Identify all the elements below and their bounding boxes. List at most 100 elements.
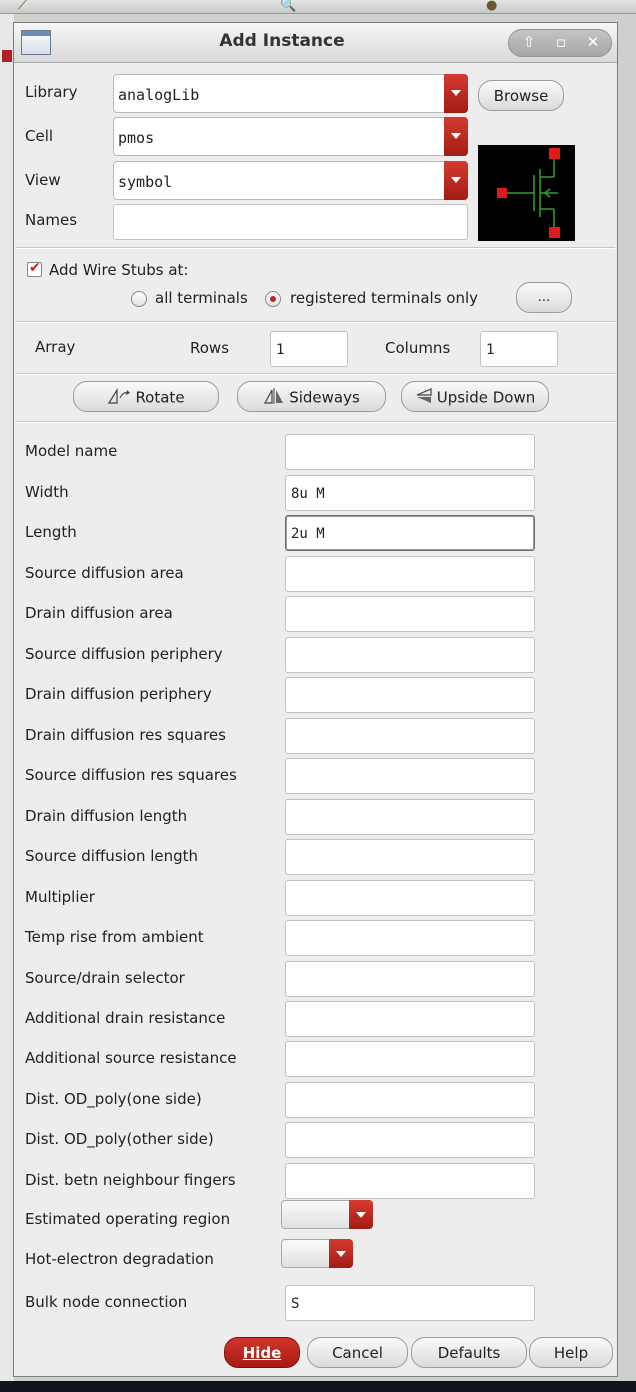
window-controls: ⇧ ▫ ✕ [508,29,612,57]
pmos-symbol-icon [497,148,560,238]
rotate-button[interactable]: Rotate [73,381,219,412]
hot-electron-label: Hot-electron degradation [25,1250,214,1268]
names-input[interactable] [113,204,468,240]
up-arrow-icon[interactable]: ⇧ [517,33,541,51]
model-name-label: Model name [25,442,118,460]
wire-stubs-checkbox[interactable] [27,260,42,277]
drain-diffusion-periphery-input[interactable] [285,677,535,713]
source-diffusion-res-squares-input[interactable] [285,758,535,794]
registered-terminals-label: registered terminals only [290,289,479,307]
upside-down-button[interactable]: Upside Down [401,381,549,412]
hide-label: Hide [242,1344,282,1362]
chevron-down-icon[interactable] [444,161,468,200]
library-label: Library [25,83,78,101]
chevron-down-icon[interactable] [444,117,468,156]
bulk-node-input[interactable]: S [285,1285,535,1321]
dist-betn-fingers-input[interactable] [285,1163,535,1199]
add-icon: ● [486,0,498,13]
help-label: Help [553,1344,589,1362]
cancel-button[interactable]: Cancel [307,1337,408,1368]
additional-source-resistance-input[interactable] [285,1041,535,1077]
length-input[interactable]: 2u M [285,515,535,551]
registered-terminals-radio[interactable] [265,291,281,307]
source-diffusion-res-squares-label: Source diffusion res squares [25,766,237,784]
close-icon[interactable]: ✕ [581,33,605,51]
width-label: Width [25,483,69,501]
upside-down-icon [415,388,433,408]
cell-label: Cell [25,127,54,145]
hot-electron-combo[interactable] [281,1239,353,1268]
rotate-label: Rotate [135,388,185,407]
background-panel [0,14,14,1384]
sideways-icon [263,388,285,408]
browse-button[interactable]: Browse [478,80,564,111]
dist-od-poly-one-side-input[interactable] [285,1082,535,1118]
chevron-down-icon[interactable] [329,1239,353,1268]
rotate-icon [107,387,131,408]
dialog-titlebar[interactable]: Add Instance ⇧ ▫ ✕ [14,23,617,63]
background-taskbar [0,1381,636,1392]
chevron-down-icon[interactable] [444,74,468,113]
multiplier-label: Multiplier [25,888,95,906]
sideways-button[interactable]: Sideways [237,381,386,412]
section-divider [16,421,615,423]
chevron-down-icon[interactable] [349,1200,373,1229]
columns-input[interactable]: 1 [480,331,558,367]
section-divider [16,247,615,249]
source-drain-selector-label: Source/drain selector [25,969,185,987]
additional-drain-resistance-input[interactable] [285,1001,535,1037]
toolbar-tool-icon: ⟋ [18,0,28,13]
drain-diffusion-periphery-label: Drain diffusion periphery [25,685,212,703]
symbol-preview [478,145,575,241]
cell-combo[interactable]: pmos [113,117,468,156]
view-label: View [25,171,61,189]
dist-od-poly-one-side-label: Dist. OD_poly(one side) [25,1090,202,1108]
rows-label: Rows [190,339,230,357]
names-label: Names [25,211,78,229]
more-options-button[interactable]: ... [516,282,572,313]
drain-diffusion-area-input[interactable] [285,596,535,632]
hide-button[interactable]: Hide [224,1337,300,1368]
temp-rise-label: Temp rise from ambient [25,928,204,946]
source-diffusion-periphery-input[interactable] [285,637,535,673]
source-diffusion-area-label: Source diffusion area [25,564,184,582]
columns-label: Columns [385,339,451,357]
drain-diffusion-res-squares-input[interactable] [285,718,535,754]
all-terminals-label: all terminals [155,289,248,307]
dist-od-poly-other-side-label: Dist. OD_poly(other side) [25,1130,214,1148]
source-diffusion-periphery-label: Source diffusion periphery [25,645,223,663]
maximize-icon[interactable]: ▫ [549,33,573,51]
width-input[interactable]: 8u M [285,475,535,511]
cell-value: pmos [118,129,155,147]
background-marker [2,50,12,62]
drain-diffusion-area-label: Drain diffusion area [25,604,173,622]
bulk-node-label: Bulk node connection [25,1293,188,1311]
source-diffusion-area-input[interactable] [285,556,535,592]
sideways-label: Sideways [289,388,360,407]
view-value: symbol [118,173,173,191]
view-combo[interactable]: symbol [113,161,468,200]
help-button[interactable]: Help [529,1337,613,1368]
source-drain-selector-input[interactable] [285,961,535,997]
source-diffusion-length-label: Source diffusion length [25,847,199,865]
cancel-label: Cancel [332,1344,383,1362]
operating-region-combo[interactable] [281,1200,373,1229]
drain-diffusion-length-label: Drain diffusion length [25,807,188,825]
add-instance-dialog: Add Instance ⇧ ▫ ✕ Library analogLib Bro… [13,22,618,1377]
length-label: Length [25,523,77,541]
upside-down-label: Upside Down [436,388,536,407]
library-combo[interactable]: analogLib [113,74,468,113]
all-terminals-radio[interactable] [131,291,147,307]
section-divider [16,321,615,323]
source-diffusion-length-input[interactable] [285,839,535,875]
background-toolbar: ⟋ 🔍 ● [0,0,636,14]
dist-od-poly-other-side-input[interactable] [285,1122,535,1158]
drain-diffusion-length-input[interactable] [285,799,535,835]
multiplier-input[interactable] [285,880,535,916]
wire-stubs-label: Add Wire Stubs at: [49,261,189,279]
section-divider [16,373,615,375]
defaults-button[interactable]: Defaults [411,1337,527,1368]
model-name-input[interactable] [285,434,535,470]
rows-input[interactable]: 1 [270,331,348,367]
temp-rise-input[interactable] [285,920,535,956]
